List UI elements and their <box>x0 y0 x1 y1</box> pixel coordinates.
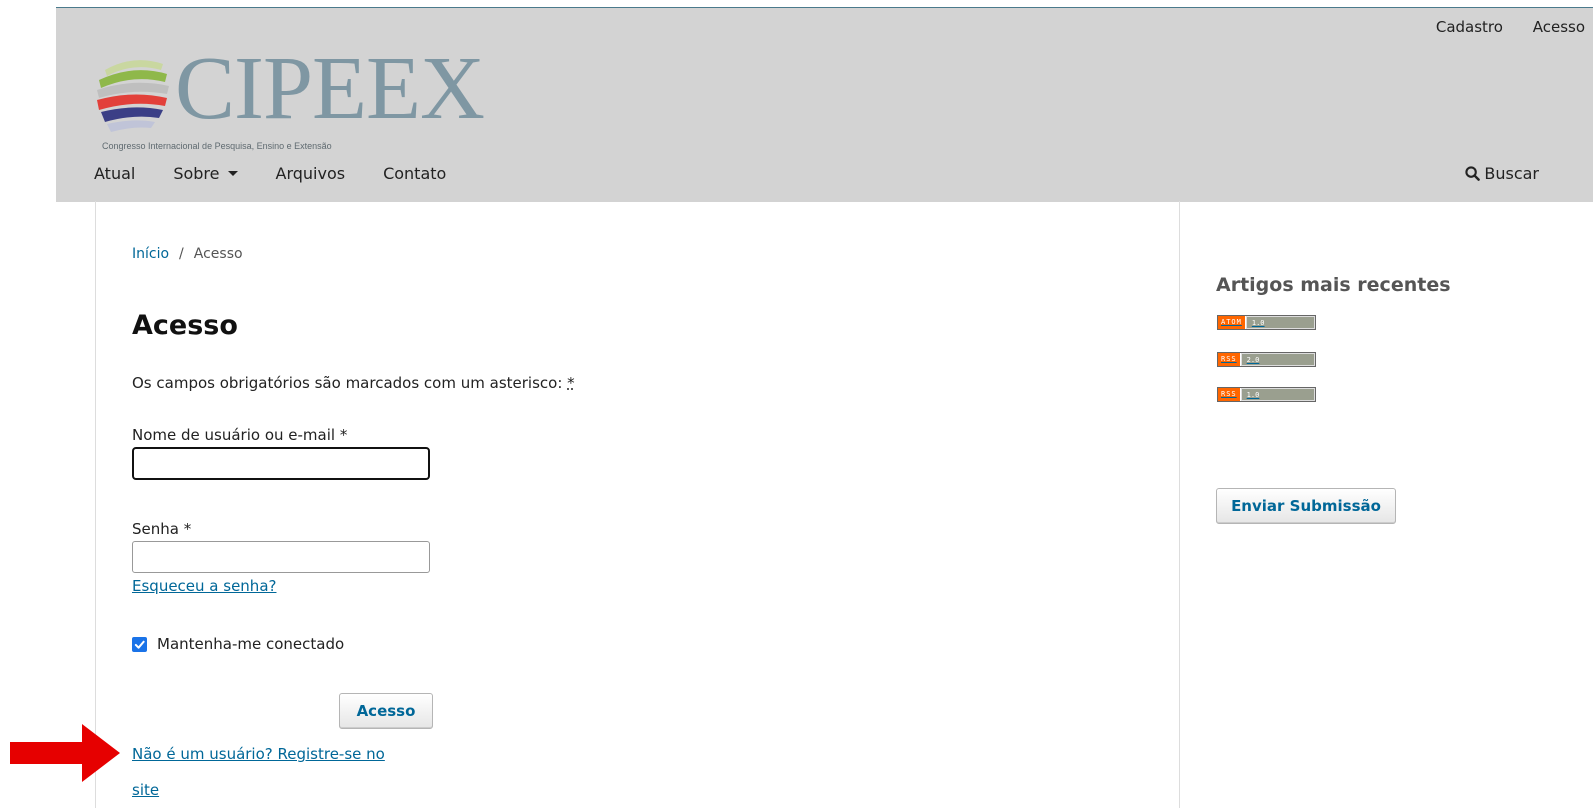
feed-version-label: 1.0 <box>1241 389 1314 400</box>
feed-type-label: RSS <box>1218 353 1241 366</box>
feed-type-label: ATOM <box>1218 316 1246 329</box>
logo-swirl-icon <box>97 60 169 132</box>
feed-version-label: 2.0 <box>1241 354 1314 365</box>
required-fields-note: Os campos obrigatórios são marcados com … <box>132 374 575 392</box>
nav-item-contact[interactable]: Contato <box>383 164 446 183</box>
primary-nav: Atual Sobre Arquivos Contato <box>94 164 484 183</box>
nav-item-archives[interactable]: Arquivos <box>276 164 346 183</box>
user-nav: Cadastro Acesso <box>1411 18 1585 36</box>
register-link-main[interactable]: Não é um usuário? Registre-se no site <box>132 745 385 799</box>
username-label: Nome de usuário ou e-mail * <box>132 426 348 444</box>
content-divider-left <box>95 201 96 808</box>
rss1-feed-badge[interactable]: RSS 1.0 <box>1217 387 1316 402</box>
search-link[interactable]: Buscar <box>1465 164 1539 183</box>
rss2-feed-badge[interactable]: RSS 2.0 <box>1217 352 1316 367</box>
feed-version-label: 1.0 <box>1246 317 1314 328</box>
red-arrow-annotation-icon <box>10 724 120 782</box>
send-submission-button[interactable]: Enviar Submissão <box>1216 488 1396 524</box>
breadcrumb-separator: / <box>179 246 184 262</box>
page-title: Acesso <box>132 310 238 341</box>
required-asterisk: * <box>567 374 575 392</box>
password-input[interactable] <box>132 541 430 573</box>
logo-text: CIPEEX <box>175 39 485 138</box>
checkmark-icon <box>134 640 145 649</box>
search-icon <box>1465 166 1481 181</box>
breadcrumb-home[interactable]: Início <box>132 246 169 262</box>
breadcrumb-current: Acesso <box>193 246 243 262</box>
atom-feed-badge[interactable]: ATOM 1.0 <box>1217 315 1316 330</box>
username-input[interactable] <box>132 447 430 480</box>
remember-checkbox[interactable] <box>132 636 147 652</box>
feed-type-label: RSS <box>1218 388 1241 401</box>
nav-item-about-label: Sobre <box>173 164 220 183</box>
search-label: Buscar <box>1484 164 1539 183</box>
site-logo[interactable]: CIPEEX Congresso Internacional de Pesqui… <box>93 44 485 152</box>
chevron-down-icon <box>227 171 238 176</box>
breadcrumb: Início / Acesso <box>132 246 243 262</box>
password-label: Senha * <box>132 520 192 538</box>
login-button[interactable]: Acesso <box>339 693 433 729</box>
register-prompt: Não é um usuário? Registre-se no site <box>132 736 412 808</box>
sidebar-title: Artigos mais recentes <box>1216 274 1451 296</box>
site-header: Cadastro Acesso CIPEEX Congresso Interna… <box>56 7 1593 202</box>
nav-item-current[interactable]: Atual <box>94 164 135 183</box>
content-divider-right <box>1179 201 1180 808</box>
required-note-text: Os campos obrigatórios são marcados com … <box>132 374 568 392</box>
register-link[interactable]: Cadastro <box>1436 18 1503 36</box>
remember-label: Mantenha-me conectado <box>157 635 345 653</box>
forgot-password-link[interactable]: Esqueceu a senha? <box>132 577 276 595</box>
remember-me[interactable]: Mantenha-me conectado <box>132 635 344 653</box>
logo-tagline: Congresso Internacional de Pesquisa, Ens… <box>102 141 332 151</box>
login-link[interactable]: Acesso <box>1533 18 1585 36</box>
nav-item-about[interactable]: Sobre <box>173 164 238 183</box>
